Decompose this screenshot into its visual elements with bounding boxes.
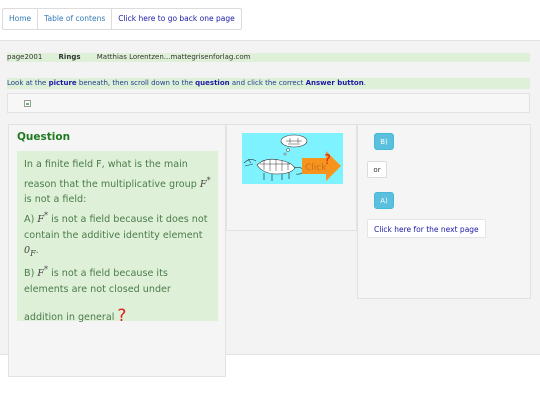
top-navigation: Home Table of contens Click here to go b… xyxy=(2,8,242,30)
answer-panel: B) or A) Click here for the next page xyxy=(357,124,531,299)
question-box: In a finite field F, what is the main re… xyxy=(17,151,218,325)
instruction-part: Look at the xyxy=(7,79,49,87)
next-page-button[interactable]: Click here for the next page xyxy=(367,219,486,238)
instruction-part: and click the correct xyxy=(229,79,306,87)
math-symbol: F* xyxy=(37,211,48,225)
option-b-text: B) F* is not a field because its element… xyxy=(24,262,212,297)
go-back-link[interactable]: Click here to go back one page xyxy=(112,9,240,29)
author-label: Matthias Lorentzen...mattegrisenforlag.c… xyxy=(96,53,251,61)
question-text: is not a field: xyxy=(24,194,87,206)
option-text: . xyxy=(35,245,39,257)
home-link[interactable]: Home xyxy=(3,9,39,29)
math-f: F xyxy=(199,178,207,190)
page-id: page2001 xyxy=(7,53,43,61)
picture-panel: Click ? xyxy=(226,124,357,231)
instruction-emphasis: picture xyxy=(48,79,77,87)
instruction-part: . xyxy=(363,79,366,87)
math-symbol: F* xyxy=(37,265,48,279)
question-stem: In a finite field F, what is the main re… xyxy=(24,157,212,208)
question-title: Question xyxy=(17,131,71,143)
broken-image-icon xyxy=(24,100,31,107)
answer-b-button[interactable]: B) xyxy=(374,133,394,150)
math-star: * xyxy=(206,175,211,185)
question-panel: Question In a finite field F, what is th… xyxy=(8,124,226,377)
cartoon-picture[interactable]: Click ? xyxy=(242,133,343,184)
instruction-emphasis: question xyxy=(195,79,230,87)
picture-question-mark: ? xyxy=(324,153,331,168)
question-mark-icon: ? xyxy=(117,306,127,327)
option-a-text: A) F* is not a field because it does not… xyxy=(24,208,212,262)
bubble-dot xyxy=(286,148,290,152)
image-bar xyxy=(7,93,530,113)
option-prefix: A) xyxy=(24,214,38,226)
math-zero: 0F xyxy=(24,245,36,258)
instruction-emphasis: Answer button xyxy=(305,79,364,87)
instruction-text: Look at the picture beneath, then scroll… xyxy=(7,78,530,89)
page-info-bar: page2001 Rings Matthias Lorentzen...matt… xyxy=(7,53,530,62)
math-symbol: F* xyxy=(199,175,211,190)
bubble-dot xyxy=(283,152,287,156)
or-label: or xyxy=(367,161,387,178)
option-text: is not a field because it does not conta… xyxy=(24,214,208,241)
main-panel: page2001 Rings Matthias Lorentzen...matt… xyxy=(0,40,540,377)
answer-a-button[interactable]: A) xyxy=(374,192,394,209)
option-text: addition in general xyxy=(24,312,115,324)
instruction-part: beneath, then scroll down to the xyxy=(76,79,196,87)
option-prefix: B) xyxy=(24,268,38,280)
topic-label: Rings xyxy=(58,53,81,61)
table-of-contents-link[interactable]: Table of contens xyxy=(38,9,113,29)
question-text: In a finite field F, what is the main re… xyxy=(24,159,197,190)
option-b-end: addition in general? xyxy=(24,306,212,327)
